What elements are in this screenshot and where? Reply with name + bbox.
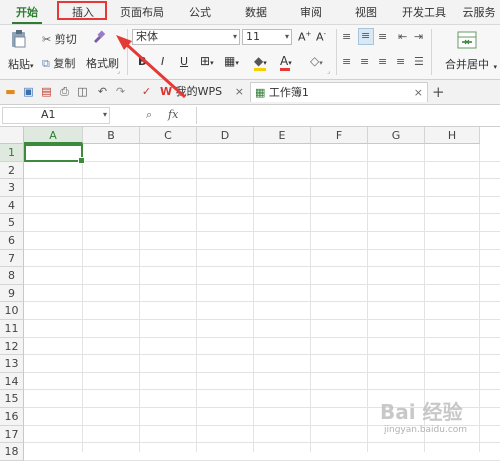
watermark-line2: jingyan.baidu.com [384, 425, 468, 435]
watermark-logo: Bai 经验 jingyan.baidu.com [380, 396, 498, 450]
watermark-line1: Bai 经验 [380, 400, 463, 424]
annotation-arrow [116, 35, 187, 99]
